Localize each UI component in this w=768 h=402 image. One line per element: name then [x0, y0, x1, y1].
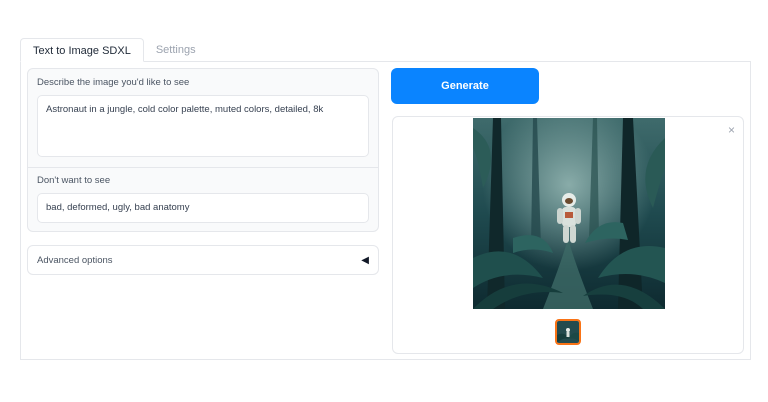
- advanced-options-accordion[interactable]: Advanced options ◀: [27, 245, 379, 275]
- field-divider: [28, 167, 378, 168]
- generate-button[interactable]: Generate: [391, 68, 539, 104]
- tab-text-to-image-sdxl[interactable]: Text to Image SDXL: [20, 38, 144, 62]
- tab-bar: Text to Image SDXL Settings: [20, 38, 208, 62]
- negative-prompt-label: Don't want to see: [37, 175, 111, 186]
- prompt-card: Describe the image you'd like to see Ast…: [27, 68, 379, 232]
- thumbnail-preview: [557, 321, 579, 343]
- close-icon[interactable]: ×: [728, 123, 735, 137]
- astronaut-jungle-image: [473, 118, 665, 309]
- negative-prompt-field: Don't want to see bad, deformed, ugly, b…: [28, 175, 378, 223]
- output-gallery: ×: [392, 116, 744, 354]
- image-thumbnail[interactable]: [555, 319, 581, 345]
- negative-prompt-input[interactable]: bad, deformed, ugly, bad anatomy: [37, 193, 369, 223]
- prompt-textarea[interactable]: Astronaut in a jungle, cold color palett…: [37, 95, 369, 157]
- tab-settings[interactable]: Settings: [144, 38, 208, 62]
- prompt-label: Describe the image you'd like to see: [37, 77, 190, 88]
- generated-image[interactable]: [473, 118, 665, 309]
- advanced-options-label: Advanced options: [37, 254, 113, 266]
- caret-left-icon: ◀: [361, 254, 369, 266]
- prompt-field: Describe the image you'd like to see Ast…: [28, 77, 378, 157]
